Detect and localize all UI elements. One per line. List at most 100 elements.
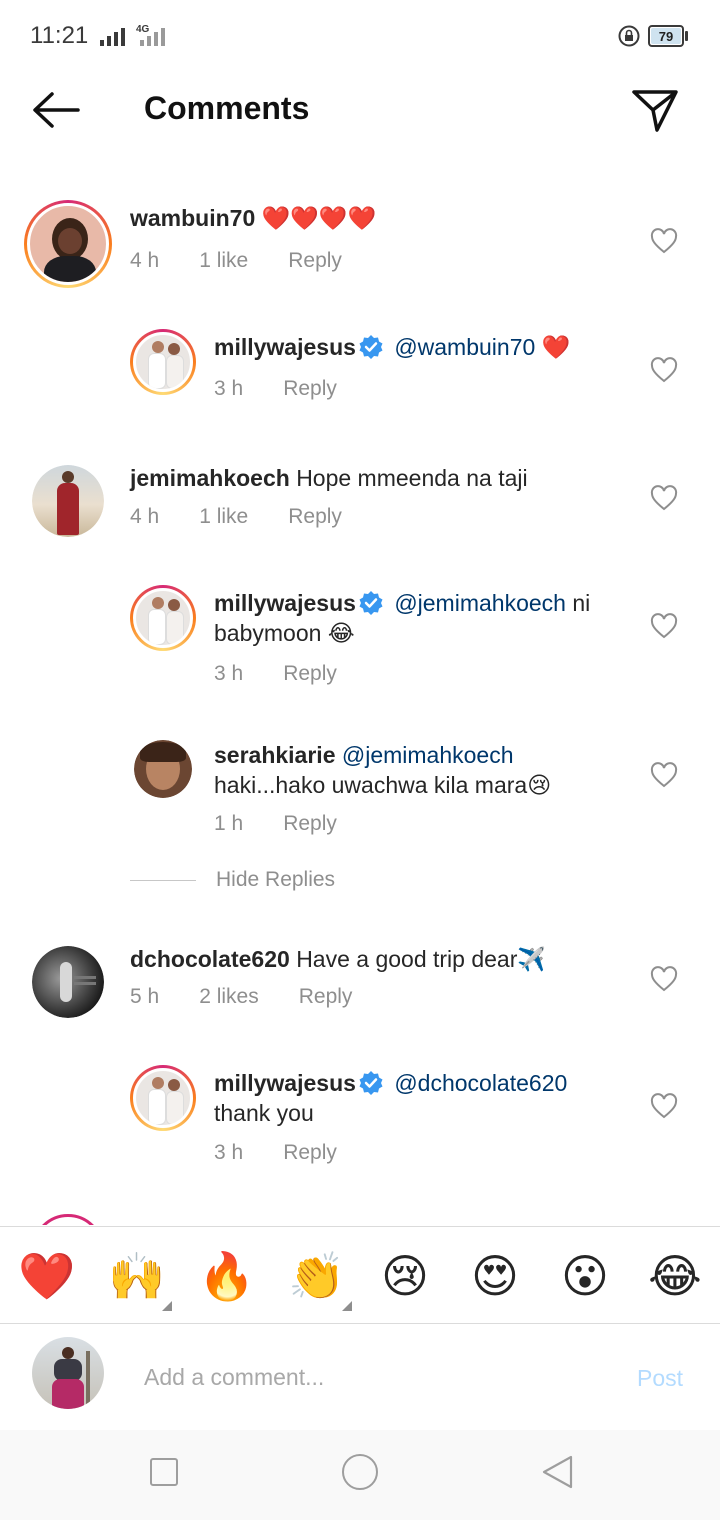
comment-text: ❤️ [541,334,571,360]
signal-4g-icon [140,28,165,46]
post-button[interactable]: Post [637,1365,683,1392]
comment-input[interactable] [144,1357,604,1397]
comment-body: dchocolate620 Have a good trip dear✈️ [130,944,600,974]
emoji-clapping-glyph: 👏 [288,1250,346,1302]
avatar[interactable] [32,946,104,1018]
system-nav-bar [0,1430,720,1520]
avatar[interactable] [32,1214,104,1225]
comment-body: millywajesus @wambuin70 ❤️ [214,332,644,362]
emoji-raised-hands[interactable]: 🙌 [108,1249,172,1311]
hide-replies-divider [130,879,196,881]
heart-outline-icon[interactable] [650,1093,678,1121]
avatar[interactable] [130,585,196,651]
comment-username[interactable]: jemimahkoech [130,465,290,491]
comment-composer: Post [0,1325,720,1430]
avatar[interactable] [130,329,196,395]
comment-text: haki...hako uwachwa kila mara😢 [214,772,552,798]
comment-mention[interactable]: @jemimahkoech [394,590,566,616]
avatar[interactable] [134,740,192,798]
battery-level: 79 [651,28,681,44]
verified-badge-icon [359,335,383,359]
emoji-surprised[interactable]: 😮 [558,1249,612,1303]
heart-outline-icon[interactable] [650,613,678,641]
comment-likes[interactable]: 2 likes [199,985,259,1009]
avatar[interactable] [32,465,104,537]
comment-time: 3 h [214,377,244,400]
comment-username[interactable]: millywajesus [214,1070,356,1096]
arrow-left-icon[interactable] [30,90,82,130]
comment-mention[interactable]: @wambuin70 [394,334,535,360]
comment-username[interactable]: dchocolate620 [130,946,290,972]
emoji-raised-hands-glyph: 🙌 [108,1250,166,1302]
comment-username[interactable]: millywajesus [214,590,356,616]
battery-tip [685,31,688,41]
comment-time: 3 h [214,662,244,685]
comment-meta: 4 h 1 like Reply [130,249,342,273]
emoji-laughing[interactable]: 😂 [648,1249,702,1303]
rotation-lock-icon [618,25,640,47]
comment-text: thank you [214,1100,314,1126]
comment-likes[interactable]: 1 like [199,249,248,273]
battery-icon: 79 [648,25,684,47]
comment-username[interactable]: serahkiarie [214,742,335,768]
comment-text: Have a good trip dear✈️ [296,946,547,972]
home-icon[interactable] [342,1454,378,1490]
emoji-heart-eyes[interactable]: 😍 [468,1249,522,1303]
comment-time: 5 h [130,985,160,1008]
reply-button[interactable]: Reply [283,662,337,686]
comment-time: 4 h [130,249,160,272]
verified-badge-icon [359,591,383,615]
avatar[interactable] [24,200,112,288]
reply-button[interactable]: Reply [283,812,337,836]
comment-body: serahkiarie @jemimahkoech haki...hako uw… [214,740,614,800]
comment-username[interactable]: wambuin70 [130,205,255,231]
comment-text: Hope mmeenda na taji [296,465,528,491]
verified-badge-icon [359,1071,383,1095]
heart-outline-icon[interactable] [650,485,678,513]
reply-button[interactable]: Reply [299,985,353,1009]
hide-replies-label[interactable]: Hide Replies [216,868,335,892]
comment-meta: 5 h 2 likes Reply [130,985,352,1009]
comment-time: 4 h [130,505,160,528]
skin-tone-indicator-icon [162,1301,172,1311]
comment-meta: 3 h Reply [214,1141,337,1165]
comment-body: millywajesus @dchocolate620 thank you [214,1068,614,1128]
comment-meta: 3 h Reply [214,662,337,686]
comment-mention[interactable]: @dchocolate620 [394,1070,567,1096]
emoji-clapping[interactable]: 👏 [288,1249,352,1311]
status-bar: 11:21 4G 79 [0,0,720,72]
comment-body: wambuin70 ❤️❤️❤️❤️ [130,203,560,233]
reply-button[interactable]: Reply [288,505,342,529]
comment-text: ❤️❤️❤️❤️ [261,205,377,231]
comment-time: 1 h [214,812,244,835]
emoji-crying[interactable]: 😢 [378,1249,432,1303]
heart-outline-icon[interactable] [650,228,678,256]
comment-time: 3 h [214,1141,244,1164]
hide-replies[interactable]: Hide Replies [130,868,335,892]
comment-meta: 4 h 1 like Reply [130,505,342,529]
reply-button[interactable]: Reply [283,377,337,401]
comment-likes[interactable]: 1 like [199,505,248,529]
emoji-fire[interactable]: 🔥 [198,1249,255,1303]
comment-mention[interactable]: @jemimahkoech [342,742,514,768]
reply-button[interactable]: Reply [283,1141,337,1165]
comments-list[interactable]: wambuin70 ❤️❤️❤️❤️ 4 h 1 like Reply mill… [0,180,720,1225]
comment-meta: 3 h Reply [214,377,337,401]
avatar[interactable] [130,1065,196,1131]
current-user-avatar [32,1337,104,1409]
heart-outline-icon[interactable] [650,966,678,994]
recents-icon[interactable] [150,1458,178,1486]
reply-button[interactable]: Reply [288,249,342,273]
signal-icon [100,26,125,46]
comment-body: millywajesus @jemimahkoech ni babymoon 😂 [214,588,624,648]
heart-outline-icon[interactable] [650,357,678,385]
paper-plane-icon[interactable] [630,86,680,134]
comment-username[interactable]: millywajesus [214,334,356,360]
back-triangle-icon[interactable] [540,1454,574,1490]
status-time: 11:21 [30,22,89,49]
emoji-heart[interactable]: ❤️ [18,1249,75,1303]
heart-outline-icon[interactable] [650,762,678,790]
page-title: Comments [144,90,310,126]
header: Comments [0,72,720,148]
comment-body: jemimahkoech Hope mmeenda na taji [130,463,560,493]
